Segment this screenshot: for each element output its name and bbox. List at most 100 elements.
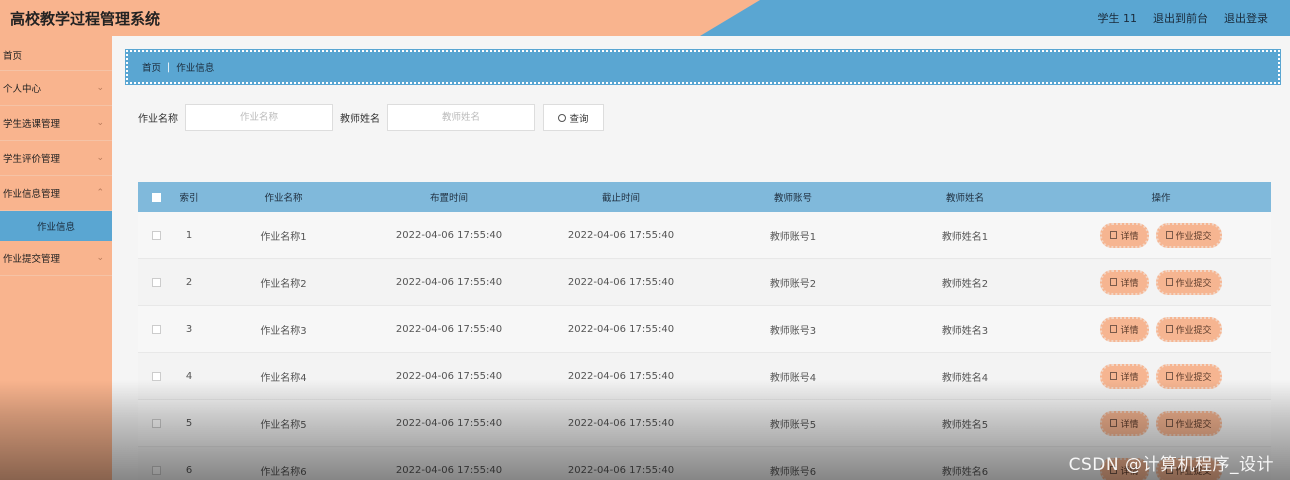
submit-button-label: 作业提交	[1175, 278, 1212, 289]
cell-index: 5	[185, 417, 193, 429]
cell-teacher-account: 教师账号3	[769, 325, 817, 337]
cell-deadline: 2022-04-06 17:55:40	[567, 323, 675, 335]
table-header: 索引 作业名称 布置时间 截止时间 教师账号 教师姓名 操作	[138, 182, 1271, 212]
cell-teacher-name: 教师姓名2	[941, 278, 989, 290]
chevron-down-icon: ⌄	[96, 83, 104, 93]
cell-teacher-account: 教师账号2	[769, 278, 817, 290]
chevron-down-icon: ⌄	[96, 153, 104, 163]
sidebar-item-label: 学生选课管理	[3, 119, 61, 130]
cell-teacher-name: 教师姓名5	[941, 419, 989, 431]
table-row: 2 作业名称2 2022-04-06 17:55:40 2022-04-06 17:5…	[138, 259, 1271, 306]
detail-button[interactable]: 详情	[1100, 269, 1149, 295]
cell-assigned-time: 2022-04-06 17:55:40	[395, 464, 503, 476]
row-check-cell	[138, 418, 174, 428]
cell-actions: 详情 作业提交	[1051, 316, 1271, 342]
submit-homework-button[interactable]: 作业提交	[1155, 363, 1222, 389]
document-icon	[1165, 278, 1173, 286]
submit-homework-button[interactable]: 作业提交	[1155, 222, 1222, 248]
cell-index: 4	[185, 370, 193, 382]
detail-button[interactable]: 详情	[1100, 316, 1149, 342]
cell-homework-name: 作业名称3	[260, 325, 307, 337]
breadcrumb-current: 作业信息	[176, 63, 215, 74]
homework-name-input[interactable]	[185, 104, 333, 131]
cell-assigned-time: 2022-04-06 17:55:40	[395, 229, 503, 241]
cell-index: 3	[185, 323, 193, 335]
cell-homework-name: 作业名称4	[260, 372, 307, 384]
back-to-front-link[interactable]: 退出到前台	[1153, 10, 1208, 26]
row-checkbox[interactable]	[151, 465, 161, 475]
cell-index: 6	[185, 464, 193, 476]
top-header: 高校教学过程管理系统 学生 11 退出到前台 退出登录	[0, 0, 1290, 36]
cell-homework-name: 作业名称1	[260, 231, 307, 243]
detail-button[interactable]: 详情	[1100, 222, 1149, 248]
cell-assigned-time: 2022-04-06 17:55:40	[395, 370, 503, 382]
submit-homework-button[interactable]: 作业提交	[1155, 269, 1222, 295]
sidebar-item-homework-submission[interactable]: 作业提交管理 ⌄	[0, 241, 112, 276]
column-header-teacher-name: 教师姓名	[945, 193, 984, 204]
cell-teacher-account: 教师账号5	[769, 419, 817, 431]
sidebar-item-personal-center[interactable]: 个人中心 ⌄	[0, 71, 112, 106]
table-row: 5 作业名称5 2022-04-06 17:55:40 2022-04-06 17:5…	[138, 400, 1271, 447]
search-button-label: 查询	[569, 113, 589, 125]
sidebar-item-label: 首页	[3, 51, 23, 62]
teacher-name-input[interactable]	[387, 104, 535, 131]
detail-button-label: 详情	[1120, 419, 1139, 430]
table-row: 3 作业名称3 2022-04-06 17:55:40 2022-04-06 17:5…	[138, 306, 1271, 353]
row-checkbox[interactable]	[151, 418, 161, 428]
sidebar-item-label: 作业提交管理	[3, 254, 61, 265]
row-checkbox[interactable]	[151, 371, 161, 381]
document-icon	[1165, 372, 1173, 380]
cell-actions: 详情 作业提交	[1051, 410, 1271, 436]
cell-teacher-account: 教师账号1	[769, 231, 817, 243]
user-label: 学生 11	[1097, 12, 1138, 25]
chevron-down-icon: ⌄	[96, 118, 104, 128]
submit-button-label: 作业提交	[1175, 372, 1212, 383]
cell-index: 2	[185, 276, 193, 288]
submit-homework-button[interactable]: 作业提交	[1155, 316, 1222, 342]
submit-button-label: 作业提交	[1175, 419, 1212, 430]
search-icon	[558, 113, 567, 122]
sidebar-item-home[interactable]: 首页	[0, 36, 112, 71]
detail-button[interactable]: 详情	[1100, 363, 1149, 389]
cell-deadline: 2022-04-06 17:55:40	[567, 229, 675, 241]
sidebar-item-student-evaluation[interactable]: 学生评价管理 ⌄	[0, 141, 112, 176]
homework-name-label: 作业名称	[138, 114, 178, 125]
row-checkbox[interactable]	[151, 277, 161, 287]
sidebar-item-label: 作业信息管理	[3, 189, 61, 200]
cell-assigned-time: 2022-04-06 17:55:40	[395, 276, 503, 288]
column-header-name: 作业名称	[264, 193, 303, 204]
cell-actions: 详情 作业提交	[1051, 363, 1271, 389]
sidebar: 首页 个人中心 ⌄ 学生选课管理 ⌄ 学生评价管理 ⌄ 作业信息管理 ⌃ 作业信…	[0, 36, 112, 480]
cell-deadline: 2022-04-06 17:55:40	[567, 464, 675, 476]
breadcrumb-separator: |	[167, 61, 171, 73]
detail-button-label: 详情	[1120, 231, 1139, 242]
cell-assigned-time: 2022-04-06 17:55:40	[395, 417, 503, 429]
cell-index: 1	[185, 229, 193, 241]
row-checkbox[interactable]	[151, 230, 161, 240]
cell-actions: 详情 作业提交	[1051, 222, 1271, 248]
submit-homework-button[interactable]: 作业提交	[1155, 410, 1222, 436]
chevron-up-icon: ⌃	[96, 188, 104, 198]
row-check-cell	[138, 230, 174, 240]
cell-homework-name: 作业名称6	[260, 466, 307, 478]
logout-link[interactable]: 退出登录	[1224, 10, 1268, 26]
detail-button-label: 详情	[1120, 325, 1139, 336]
sidebar-item-course-selection[interactable]: 学生选课管理 ⌄	[0, 106, 112, 141]
cell-teacher-name: 教师姓名1	[941, 231, 989, 243]
row-checkbox[interactable]	[151, 324, 161, 334]
select-all-checkbox[interactable]	[151, 192, 161, 202]
search-button[interactable]: 查询	[543, 104, 604, 131]
cell-deadline: 2022-04-06 17:55:40	[567, 276, 675, 288]
document-icon	[1165, 325, 1173, 333]
sidebar-item-homework-info-management[interactable]: 作业信息管理 ⌃	[0, 176, 112, 211]
sidebar-subitem-homework-info[interactable]: 作业信息	[0, 211, 112, 241]
detail-button[interactable]: 详情	[1100, 410, 1149, 436]
sidebar-item-label: 学生评价管理	[3, 154, 61, 165]
document-icon	[1110, 372, 1118, 380]
breadcrumb-home[interactable]: 首页	[142, 60, 161, 74]
homework-table: 索引 作业名称 布置时间 截止时间 教师账号 教师姓名 操作 1 作业名称1 202…	[138, 182, 1271, 480]
watermark: CSDN @计算机程序_设计	[1068, 455, 1274, 475]
cell-teacher-account: 教师账号4	[769, 372, 817, 384]
document-icon	[1110, 278, 1118, 286]
detail-button-label: 详情	[1120, 278, 1139, 289]
